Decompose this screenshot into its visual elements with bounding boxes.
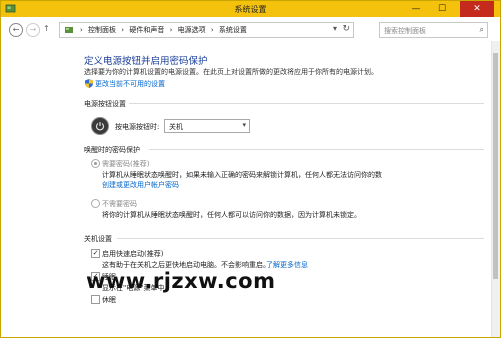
require-password-radio[interactable] <box>91 159 100 168</box>
section-heading-shutdown: 关机设置 <box>84 235 112 243</box>
breadcrumb-power-options[interactable]: 电源选项 <box>178 26 206 34</box>
breadcrumb-system-settings[interactable]: 系统设置 <box>219 26 247 34</box>
hibernate-checkbox[interactable] <box>91 295 100 304</box>
change-unavailable-settings-link[interactable]: 更改当前不可用的设置 <box>95 79 165 89</box>
refresh-icon[interactable]: ↻ <box>342 24 350 34</box>
power-icon <box>91 117 109 135</box>
fast-startup-label[interactable]: 启用快速启动(推荐) <box>102 249 163 259</box>
title-bar[interactable]: 系统设置 — ☐ ✕ <box>1 1 500 17</box>
power-button-action-select[interactable]: 关机 ▾ <box>164 119 250 133</box>
require-password-label[interactable]: 需要密码(推荐) <box>102 159 149 169</box>
no-password-radio[interactable] <box>91 199 100 208</box>
shield-icon <box>85 79 93 88</box>
fast-startup-checkbox[interactable]: ✓ <box>91 249 100 258</box>
divider <box>149 149 484 150</box>
section-heading-wake-password: 唤醒时的密码保护 <box>84 146 140 154</box>
navigation-bar: ← → ↑ › 控制面板 › 硬件和声音 › 电源选项 › 系统设置 ▾ ↻ 搜… <box>1 17 500 41</box>
breadcrumb-separator: › <box>210 26 214 34</box>
search-icon[interactable]: ⌕ <box>480 25 484 35</box>
scrollbar-thumb[interactable] <box>493 53 498 279</box>
main-content: 定义电源按钮并启用密码保护 选择要为你的计算机设置的电源设置。在此页上对设置所做… <box>1 41 491 337</box>
search-input[interactable]: 搜索控制面板 <box>384 26 426 36</box>
address-bar[interactable]: › 控制面板 › 硬件和声音 › 电源选项 › 系统设置 ▾ ↻ <box>59 22 354 38</box>
back-button[interactable]: ← <box>9 23 23 37</box>
minimize-button[interactable]: — <box>405 1 427 17</box>
no-password-label[interactable]: 不需要密码 <box>102 199 137 209</box>
power-button-action-value: 关机 <box>169 123 183 131</box>
close-button[interactable]: ✕ <box>460 1 494 17</box>
power-button-label: 按电源按钮时: <box>115 123 160 131</box>
chevron-down-icon: ▾ <box>242 121 246 129</box>
chevron-down-icon[interactable]: ▾ <box>333 24 337 33</box>
watermark: www.rjzxw.com <box>86 269 276 293</box>
forward-button[interactable]: → <box>26 23 40 37</box>
breadcrumb-separator: › <box>169 26 173 34</box>
create-change-password-link[interactable]: 创建或更改用户帐户密码 <box>102 180 179 190</box>
maximize-button[interactable]: ☐ <box>431 1 453 17</box>
no-password-description: 将你的计算机从睡眠状态唤醒时，任何人都可以访问你的数据，因为计算机未锁定。 <box>102 211 361 219</box>
search-box[interactable]: 搜索控制面板 ⌕ <box>379 22 488 38</box>
breadcrumb-hardware-sound[interactable]: 硬件和声音 <box>129 26 164 34</box>
breadcrumb-control-panel[interactable]: 控制面板 <box>88 26 116 34</box>
section-heading-power-button: 电源按钮设置 <box>84 100 126 108</box>
system-settings-window: 系统设置 — ☐ ✕ ← → ↑ › 控制面板 › 硬件和声音 › 电源选项 ›… <box>0 0 501 338</box>
breadcrumb: › 控制面板 › 硬件和声音 › 电源选项 › 系统设置 <box>80 25 250 35</box>
divider <box>117 238 484 239</box>
breadcrumb-separator: › <box>80 26 83 34</box>
control-panel-icon <box>65 27 73 33</box>
divider <box>129 103 484 104</box>
page-subtitle: 选择要为你的计算机设置的电源设置。在此页上对设置所做的更改将应用于你所有的电源计… <box>84 68 378 76</box>
page-title: 定义电源按钮并启用密码保护 <box>84 56 208 67</box>
breadcrumb-separator: › <box>121 26 125 34</box>
hibernate-label[interactable]: 休眠 <box>102 295 116 305</box>
require-password-description: 计算机从睡眠状态唤醒时，如果未输入正确的密码来解锁计算机，任何人都无法访问你的数 <box>102 171 382 179</box>
up-button[interactable]: ↑ <box>43 24 50 33</box>
